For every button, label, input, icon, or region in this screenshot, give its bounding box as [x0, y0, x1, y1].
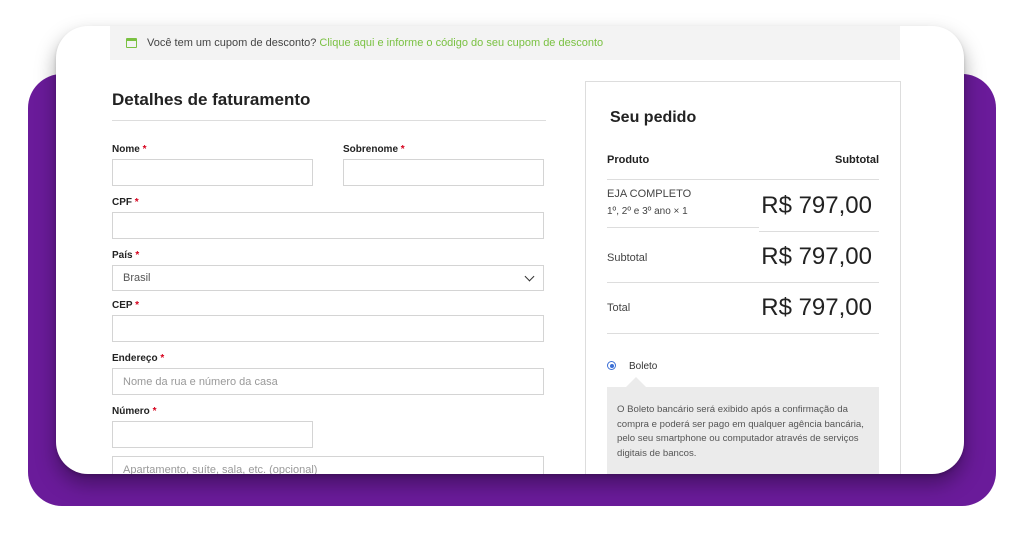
- boleto-pointer: [626, 377, 646, 387]
- pais-select[interactable]: Brasil: [112, 265, 544, 291]
- subtotal-label: Subtotal: [607, 252, 648, 264]
- chevron-down-icon: [524, 271, 535, 281]
- total-value: R$ 797,00: [761, 294, 872, 321]
- boleto-radio[interactable]: [607, 361, 616, 370]
- divider: [607, 282, 879, 283]
- cep-label: CEP *: [112, 300, 140, 311]
- coupon-link[interactable]: Clique aqui e informe o código do seu cu…: [319, 37, 603, 49]
- complemento-input[interactable]: Apartamento, suíte, sala, etc. (opcional…: [112, 456, 544, 474]
- order-table-header: Produto Subtotal: [607, 154, 879, 166]
- coupon-icon: [126, 38, 137, 48]
- boleto-description: O Boleto bancário será exibido após a co…: [617, 404, 864, 459]
- col-subtotal: Subtotal: [835, 154, 879, 166]
- complemento-placeholder: Apartamento, suíte, sala, etc. (opcional…: [123, 463, 318, 475]
- numero-input[interactable]: [112, 421, 313, 448]
- divider: [759, 231, 879, 232]
- pais-select-value: Brasil: [123, 272, 151, 284]
- divider: [607, 179, 879, 180]
- order-title: Seu pedido: [610, 109, 697, 126]
- billing-section: Detalhes de faturamento: [112, 90, 546, 121]
- cpf-label: CPF *: [112, 197, 139, 208]
- product-price: R$ 797,00: [761, 192, 872, 219]
- browser-frame: Você tem um cupom de desconto? Clique aq…: [56, 26, 964, 474]
- nome-label: Nome *: [112, 144, 147, 155]
- endereco-label: Endereço *: [112, 353, 165, 364]
- product-name: EJA COMPLETO: [607, 188, 692, 200]
- product-meta: 1º, 2º e 3º ano × 1: [607, 206, 688, 217]
- cep-input[interactable]: [112, 315, 544, 342]
- coupon-text: Você tem um cupom de desconto?: [147, 37, 317, 49]
- col-product: Produto: [607, 154, 650, 166]
- billing-title: Detalhes de faturamento: [112, 90, 546, 121]
- sobrenome-input[interactable]: [343, 159, 544, 186]
- divider: [607, 333, 879, 334]
- order-summary: Seu pedido Produto Subtotal EJA COMPLETO…: [585, 81, 901, 474]
- boleto-description-box: O Boleto bancário será exibido após a co…: [607, 387, 879, 474]
- total-label: Total: [607, 302, 631, 314]
- pais-label: País *: [112, 250, 140, 261]
- cpf-input[interactable]: [112, 212, 544, 239]
- endereco-input[interactable]: Nome da rua e número da casa: [112, 368, 544, 395]
- boleto-label[interactable]: Boleto: [629, 361, 657, 372]
- endereco-placeholder: Nome da rua e número da casa: [123, 375, 278, 388]
- sobrenome-label: Sobrenome *: [343, 144, 405, 155]
- divider: [607, 227, 759, 228]
- nome-input[interactable]: [112, 159, 313, 186]
- subtotal-value: R$ 797,00: [761, 243, 872, 270]
- coupon-notice: Você tem um cupom de desconto? Clique aq…: [110, 26, 900, 60]
- numero-label: Número *: [112, 406, 157, 417]
